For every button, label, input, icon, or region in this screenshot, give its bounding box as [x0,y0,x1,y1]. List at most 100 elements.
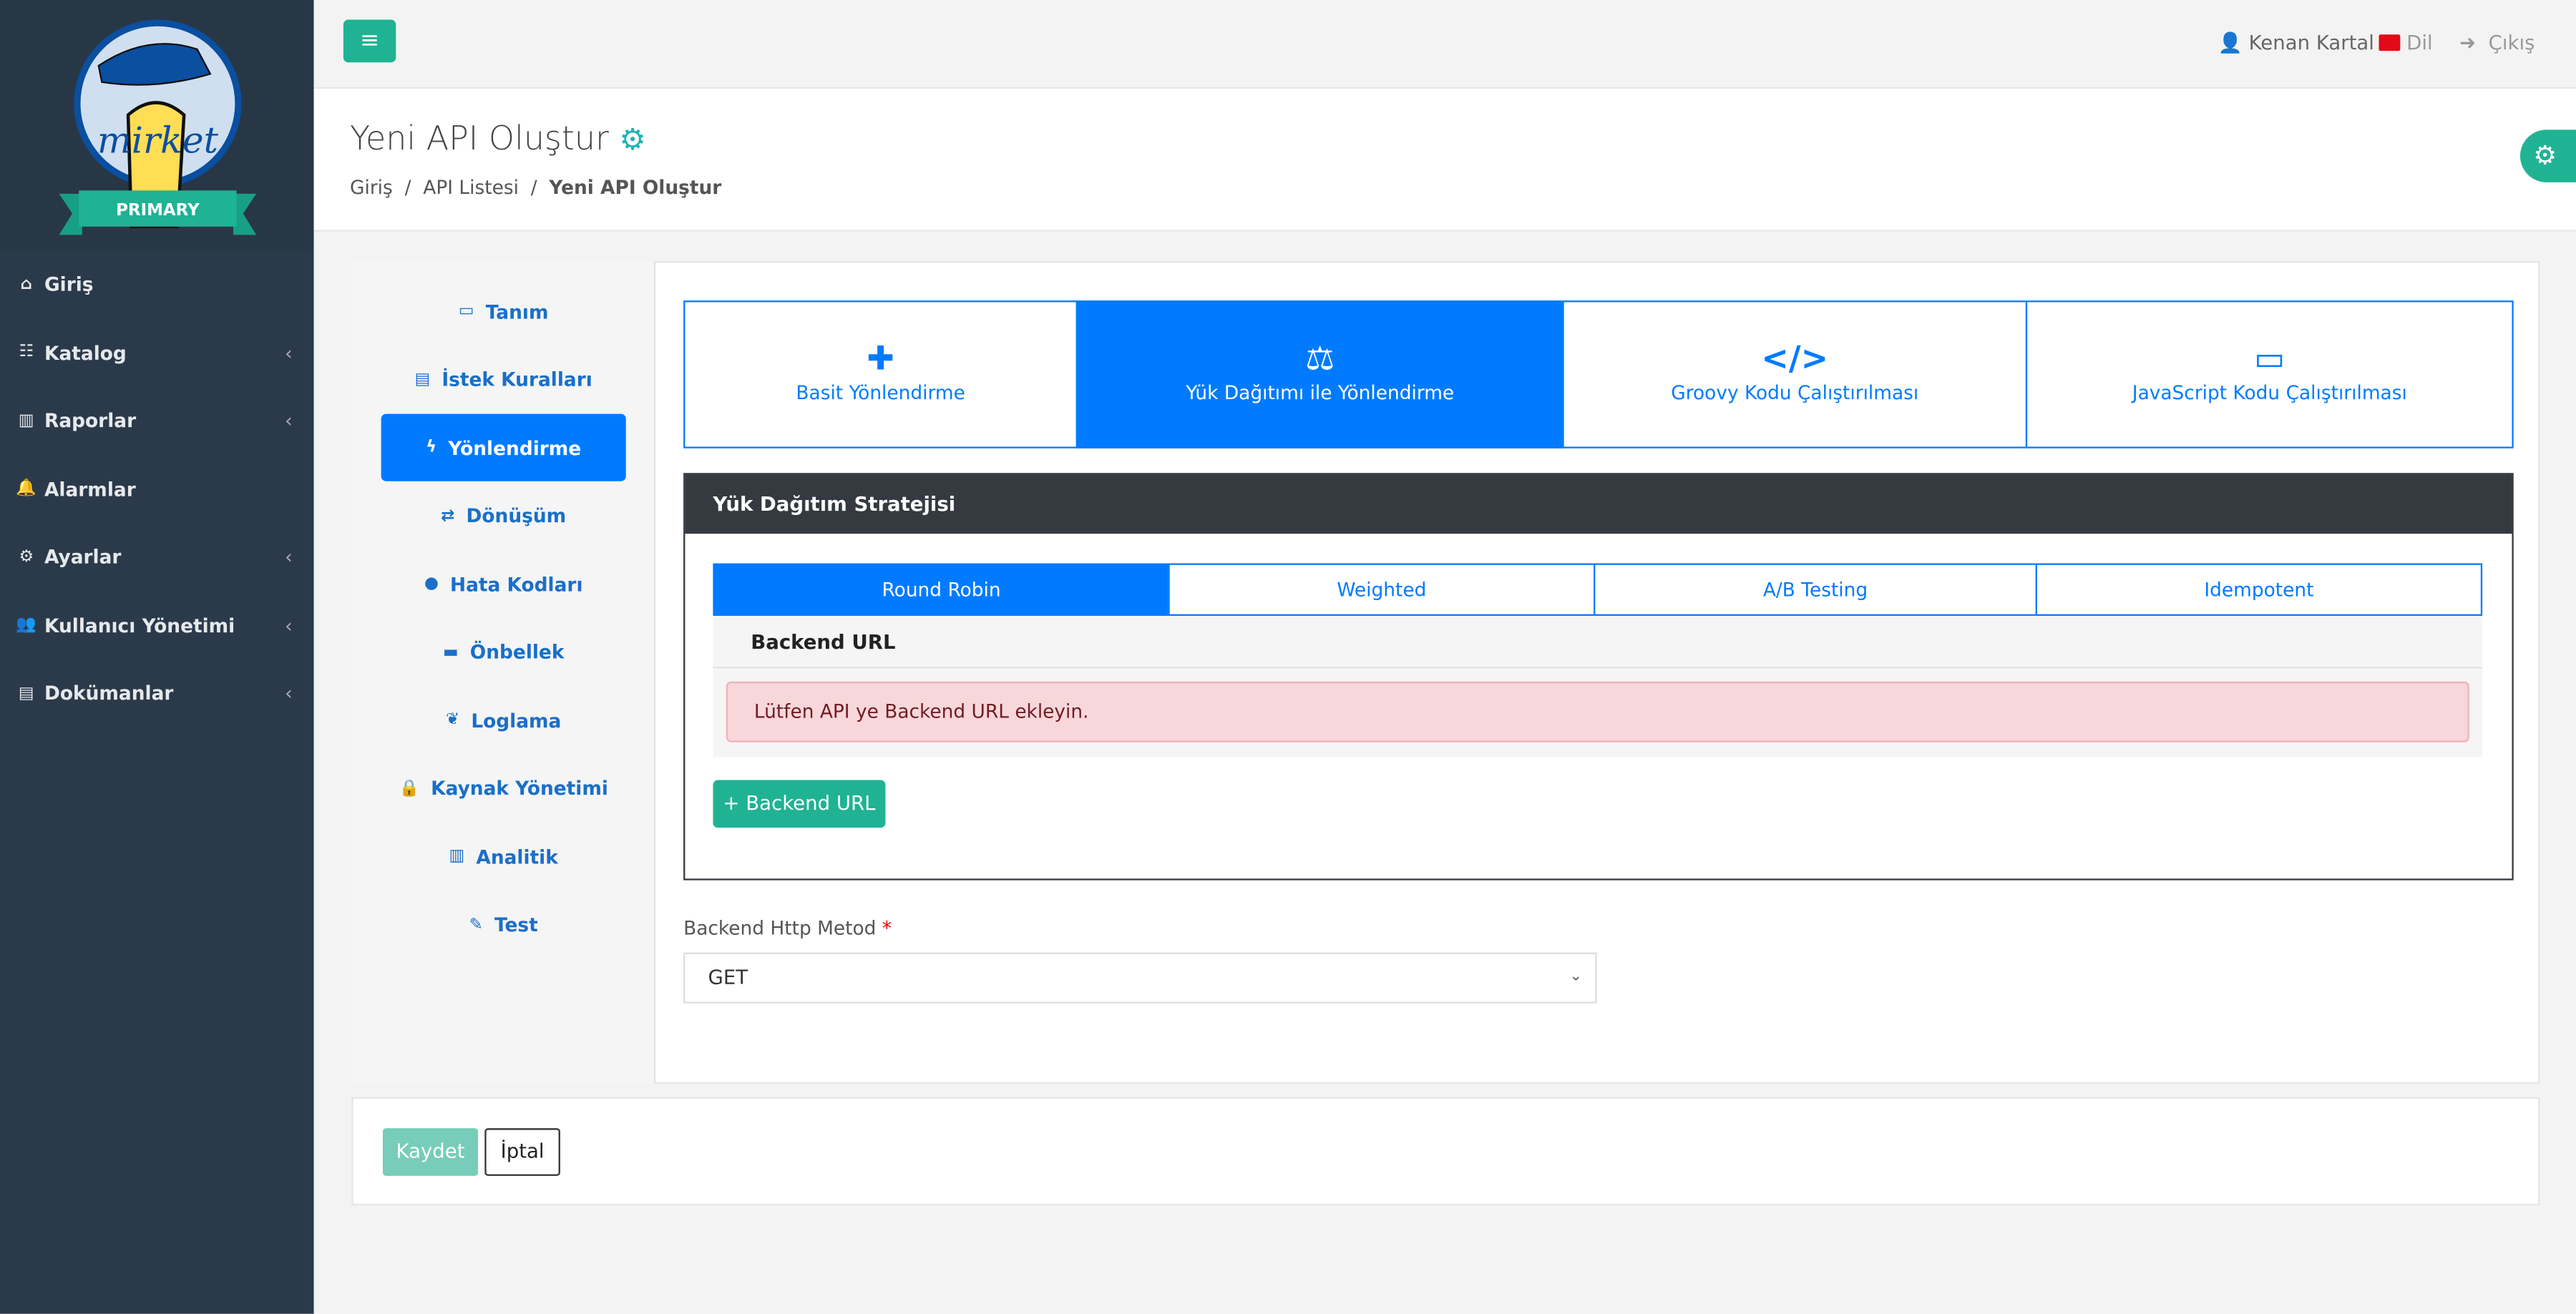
chevron-left-icon: ‹ [285,681,293,705]
sidebar-item[interactable]: 👥 Kullanıcı Yönetimi ‹ [0,600,314,649]
sitemap-icon: ☷ [19,343,34,362]
section-tab[interactable]: ϟ Yönlendirme [381,413,626,481]
load-balancing-panel: Yük Dağıtım Stratejisi Round Robin Weight… [683,473,2514,881]
section-tab-label: Test [494,913,538,936]
chevron-left-icon: ‹ [285,613,293,637]
breadcrumb: Giriş / API Listesi / Yeni API Oluştur [350,175,722,199]
breadcrumb-api-list[interactable]: API Listesi [423,176,519,199]
language-menu[interactable]: Dil [2379,31,2433,54]
section-tab-label: Hata Kodları [449,572,583,596]
section-tab[interactable]: ● Hata Kodları [381,550,626,617]
panel-title: Yük Dağıtım Stratejisi [685,474,2512,534]
pencil-icon: ✎ [469,915,483,934]
bell-icon: 🔔 [16,479,37,498]
section-tab[interactable]: ✎ Test [381,891,626,958]
strategy-tab[interactable]: Weighted [1168,563,1596,616]
section-tab-label: Önbellek [469,640,565,664]
sign-out-icon: ➜ [2459,31,2477,54]
mirket-logo-icon: mirket PRIMARY [59,19,257,235]
routing-tab[interactable]: ⚖ Yük Dağıtımı ile Yönlendirme [1075,300,1564,448]
chevron-down-icon: ⌄ [1569,969,1582,986]
menu-toggle-button[interactable]: ≡ [343,19,396,63]
gears-icon: ⚙ [2533,139,2557,171]
section-tab-label: İstek Kuralları [441,368,592,391]
sidebar-item[interactable]: ☷ Katalog ‹ [0,328,314,377]
section-tab[interactable]: ▤ İstek Kuralları [381,345,626,413]
section-tab-label: Analitik [476,845,558,868]
section-tab-label: Yönlendirme [448,436,582,459]
routing-tab[interactable]: ✚ Basit Yönlendirme [683,300,1078,448]
sidebar-item[interactable]: ▤ Dokümanlar ‹ [0,668,314,717]
http-method-label: Backend Http Metod * [683,916,892,940]
sidebar-item-label: Raporlar [44,408,137,432]
strategy-tab[interactable]: Idempotent [2035,563,2483,616]
routing-tab[interactable]: </> Groovy Kodu Çalıştırılması [1562,300,2028,448]
bolt-icon: ϟ [426,438,437,457]
add-backend-url-button[interactable]: + Backend URL [713,780,886,828]
http-method-select[interactable]: GET ⌄ [683,952,1597,1004]
sidebar-item[interactable]: ⚙ Ayarlar ‹ [0,532,314,582]
save-button[interactable]: Kaydet [382,1128,479,1176]
memory-icon: ▬ [443,642,459,662]
user-menu[interactable]: 👤 Kenan Kartal [2218,31,2373,54]
section-tab-label: Loglama [471,708,562,732]
section-tab-label: Kaynak Yönetimi [431,776,608,800]
sidebar-item-label: Katalog [44,340,127,364]
chevron-left-icon: ‹ [285,340,293,364]
section-tab[interactable]: ❦ Loglama [381,687,626,754]
backend-url-table-body: Lütfen API ye Backend URL ekleyin. [713,668,2483,757]
chevron-left-icon: ‹ [285,408,293,432]
strategy-tab[interactable]: A/B Testing [1594,563,2037,616]
breadcrumb-current: Yeni API Oluştur [549,175,722,199]
file-icon: ▤ [414,370,431,388]
user-name: Kenan Kartal [2248,31,2374,54]
section-tab[interactable]: ⇄ Dönüşüm [381,482,626,549]
logo[interactable]: mirket PRIMARY [0,0,314,252]
exclamation-circle-icon: ● [424,574,439,593]
chevron-left-icon: ‹ [285,545,293,569]
section-tab[interactable]: 🔒 Kaynak Yönetimi [381,755,626,822]
sidebar-item[interactable]: ▥ Raporlar ‹ [0,396,314,445]
balance-scale-icon: ⚖ [1305,338,1335,378]
sidebar-item-label: Kullanıcı Yönetimi [44,613,235,637]
strategy-tab[interactable]: Round Robin [713,563,1170,616]
sidebar-item[interactable]: 🔔 Alarmlar [0,464,314,514]
routing-tab-label: Groovy Kodu Çalıştırılması [1671,381,1919,404]
sidebar-item[interactable]: ⌂ Giriş [0,260,314,309]
chart-icon: ▥ [449,847,465,866]
section-tab[interactable]: ▬ Önbellek [381,618,626,685]
user-icon: 👤 [2218,31,2243,54]
leaf-icon: ❦ [445,711,460,730]
section-tab[interactable]: ▥ Analitik [381,823,626,890]
page-title: Yeni API Oluştur ⚙ [350,118,646,158]
form-footer: Kaydet İptal [351,1097,2540,1206]
laptop-code-icon: ▭ [2254,338,2285,378]
sidebar-item-label: Giriş [44,273,94,296]
gears-icon: ⚙ [619,123,646,158]
backend-url-column-header: Backend URL [713,615,2483,669]
settings-float-button[interactable]: ⚙ [2519,129,2576,182]
puzzle-icon: ✚ [867,338,894,378]
lock-icon: 🔒 [399,779,420,798]
section-tab[interactable]: ▭ Tanım [381,278,626,345]
cancel-button[interactable]: İptal [484,1128,560,1176]
topbar: ≡ 👤 Kenan Kartal Dil ➜ Çıkış [313,0,2576,89]
language-label: Dil [2406,31,2433,54]
routing-tab-label: Basit Yönlendirme [796,381,965,404]
section-tab-label: Tanım [485,300,549,323]
page-header: Yeni API Oluştur ⚙ Giriş / API Listesi /… [313,88,2576,232]
section-tabs: ▭ Tanım ▤ İstek Kuralları ϟ Yönlendirme ⇄ Dönüş… [351,261,656,1084]
exchange-icon: ⇄ [441,506,455,525]
routing-tab-label: JavaScript Kodu Çalıştırılması [2132,381,2407,404]
logout-label: Çıkış [2488,31,2535,54]
breadcrumb-home[interactable]: Giriş [350,176,393,199]
turkey-flag-icon [2379,34,2401,52]
chart-icon: ▥ [18,411,34,430]
file-icon: ▤ [18,684,34,702]
routing-tab-label: Yük Dağıtımı ile Yönlendirme [1186,381,1455,404]
logout-button[interactable]: ➜ Çıkış [2459,31,2535,54]
sidebar: mirket PRIMARY ⌂ Giriş ☷ Katalog ‹ ▥ Raporlar ‹… [0,0,314,1314]
routing-tab[interactable]: ▭ JavaScript Kodu Çalıştırılması [2025,300,2514,448]
gears-icon: ⚙ [19,547,34,566]
users-icon: 👥 [16,615,37,634]
